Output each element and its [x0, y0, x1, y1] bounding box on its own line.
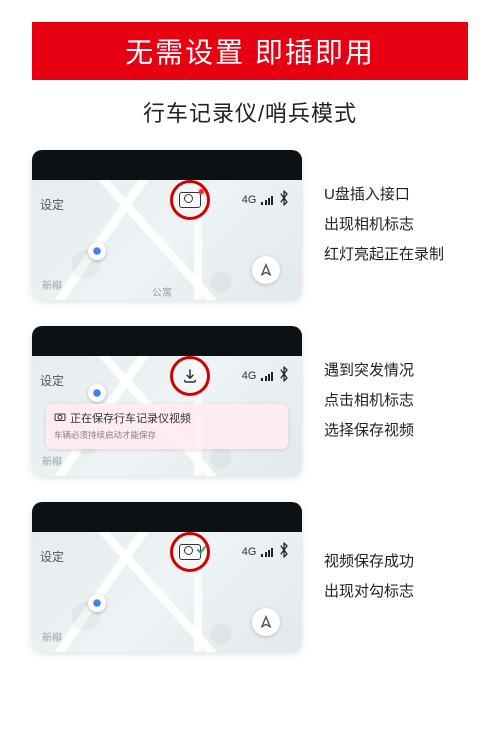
step-description-3: 视频保存成功 出现对勾标志 — [324, 551, 414, 603]
step-row-1: 新柳 公寓 设定 4G U盘 — [32, 150, 480, 300]
camera-success-icon — [179, 544, 201, 560]
map-pin-icon — [88, 384, 106, 402]
desc-line: 点击相机标志 — [324, 390, 414, 412]
subtitle: 行车记录仪/哨兵模式 — [0, 96, 500, 128]
highlight-circle — [170, 532, 210, 572]
car-screen-topbar — [32, 502, 302, 532]
save-toast: 正在保存行车记录仪视频 车辆必须持续启动才能保存 — [46, 404, 288, 449]
screenshot-card-3: 新柳 设定 4G — [32, 502, 302, 652]
camera-icon — [54, 412, 66, 425]
map-text: 新柳 — [42, 629, 62, 644]
screenshot-card-1: 新柳 公寓 设定 4G — [32, 150, 302, 300]
bluetooth-icon — [278, 190, 290, 210]
map-pin-icon — [88, 594, 106, 612]
signal-icon — [261, 547, 273, 557]
settings-label: 设定 — [40, 372, 64, 389]
check-icon — [196, 542, 207, 560]
bluetooth-icon — [278, 366, 290, 386]
map-text: 新柳 — [42, 453, 62, 468]
nav-arrow-icon — [252, 608, 280, 636]
desc-line: 出现相机标志 — [324, 214, 444, 236]
signal-icon — [261, 195, 273, 205]
network-label: 4G — [242, 370, 257, 382]
bluetooth-icon — [278, 542, 290, 562]
step-description-2: 遇到突发情况 点击相机标志 选择保存视频 — [324, 360, 414, 441]
status-bar: 4G — [242, 190, 290, 210]
car-screen-topbar — [32, 326, 302, 356]
desc-line: 红灯亮起正在录制 — [324, 244, 444, 266]
settings-label: 设定 — [40, 196, 64, 213]
status-bar: 4G — [242, 366, 290, 386]
step-row-2: 新柳 设定 4G — [32, 326, 480, 476]
download-icon — [181, 367, 199, 385]
status-bar: 4G — [242, 542, 290, 562]
steps-container: 新柳 公寓 设定 4G U盘 — [0, 150, 500, 652]
screenshot-card-2: 新柳 设定 4G — [32, 326, 302, 476]
map-pin-icon — [88, 242, 106, 260]
settings-label: 设定 — [40, 548, 64, 565]
highlight-circle — [170, 356, 210, 396]
toast-title: 正在保存行车记录仪视频 — [70, 410, 191, 426]
desc-line: 出现对勾标志 — [324, 581, 414, 603]
headline-banner: 无需设置 即插即用 — [32, 22, 468, 80]
desc-line: 视频保存成功 — [324, 551, 414, 573]
camera-recording-icon — [179, 192, 201, 208]
toast-subtitle: 车辆必须持续启动才能保存 — [54, 429, 280, 441]
step-description-1: U盘插入接口 出现相机标志 红灯亮起正在录制 — [324, 184, 444, 265]
highlight-circle — [170, 180, 210, 220]
nav-arrow-icon — [252, 256, 280, 284]
desc-line: 选择保存视频 — [324, 420, 414, 442]
map-text: 公寓 — [152, 284, 172, 299]
network-label: 4G — [242, 194, 257, 206]
network-label: 4G — [242, 546, 257, 558]
signal-icon — [261, 371, 273, 381]
step-row-3: 新柳 设定 4G — [32, 502, 480, 652]
car-screen-topbar — [32, 150, 302, 180]
desc-line: 遇到突发情况 — [324, 360, 414, 382]
map-text: 新柳 — [42, 277, 62, 292]
desc-line: U盘插入接口 — [324, 184, 444, 206]
